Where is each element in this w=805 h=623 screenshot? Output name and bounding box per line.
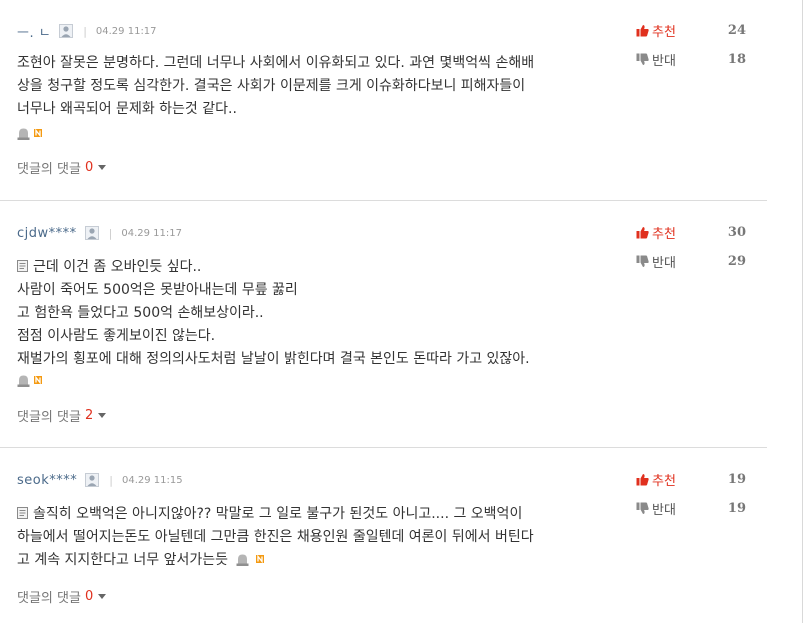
comment-username[interactable]: ㅡ. ㄴ: [17, 22, 51, 41]
recommend-button[interactable]: 추천 24: [636, 21, 746, 40]
comment-tail-icons: [17, 373, 42, 387]
reply-toggle[interactable]: 댓글의 댓글 0: [17, 587, 107, 606]
thumbs-up-icon: [636, 473, 649, 485]
reply-label: 댓글의 댓글: [17, 591, 81, 606]
reply-count: 0: [84, 160, 94, 175]
recommend-button[interactable]: 추천 19: [636, 470, 746, 489]
reply-toggle[interactable]: 댓글의 댓글 0: [17, 158, 107, 177]
caret-down-icon: [98, 165, 107, 170]
comment-line: 상을 청구할 정도록 심각한가. 결국은 사회가 이문제를 크게 이슈화하다보니…: [17, 78, 526, 94]
user-silhouette-icon: [59, 24, 74, 38]
comment-divider: [0, 447, 767, 448]
meta-separator: |: [109, 473, 113, 487]
comment-meta: seok**** | 04.29 11:15: [17, 472, 183, 488]
reply-label: 댓글의 댓글: [17, 410, 81, 425]
reply-toggle[interactable]: 댓글의 댓글 2: [17, 406, 107, 425]
comment-line-text: 고 계속 지지한다고 너무 앞서가는듯: [17, 552, 228, 568]
user-silhouette-icon: [85, 473, 100, 487]
comment-line: 고 계속 지지한다고 너무 앞서가는듯: [17, 549, 627, 572]
right-frame-border: [802, 0, 803, 623]
recommend-count: 24: [727, 22, 746, 38]
reply-count: 2: [84, 408, 94, 423]
oppose-button[interactable]: 반대 29: [636, 252, 746, 271]
oppose-count: 18: [727, 51, 746, 67]
recommend-label: 추천: [652, 24, 676, 40]
new-badge-icon: [34, 129, 42, 137]
comment-line: 사람이 죽어도 500억은 못받아내는데 무릎 꿇리: [17, 282, 298, 298]
comment-line: 고 험한욕 들었다고 500억 손해보상이라..: [17, 305, 264, 321]
thumbs-down-icon: [636, 502, 649, 514]
comment-meta: ㅡ. ㄴ | 04.29 11:17: [17, 22, 157, 41]
comment-line: 하늘에서 떨어지는돈도 아닐텐데 그만큼 한진은 채용인원 줄일텐데 여론이 뒤…: [17, 529, 534, 545]
comment-body: 솔직히 오백억은 아니지않아?? 막말로 그 일로 불구가 된것도 아니고...…: [17, 503, 627, 572]
comment-date: 04.29 11:15: [121, 474, 183, 486]
memo-icon: [17, 260, 28, 272]
comment-line: 재벌가의 횡포에 대해 정의의사도처럼 날날이 밝힌다며 결국 본인도 돈따라 …: [17, 351, 530, 367]
recommend-button[interactable]: 추천 30: [636, 223, 746, 242]
reply-label: 댓글의 댓글: [17, 162, 81, 177]
thumbs-up-icon: [636, 226, 649, 238]
new-badge-icon: [34, 376, 42, 384]
comment-line: 솔직히 오백억은 아니지않아?? 막말로 그 일로 불구가 된것도 아니고...…: [17, 503, 627, 526]
oppose-count: 29: [727, 253, 746, 269]
reply-count: 0: [84, 589, 94, 604]
alert-bell-icon[interactable]: [236, 553, 249, 566]
thumbs-down-icon: [636, 53, 649, 65]
oppose-button[interactable]: 반대 18: [636, 50, 746, 69]
caret-down-icon: [98, 413, 107, 418]
alert-bell-icon[interactable]: [17, 127, 30, 140]
comment-line: 조현아 잘못은 분명하다. 그런데 너무나 사회에서 이유화되고 있다. 과연 …: [17, 55, 535, 71]
new-badge-icon: [255, 555, 264, 563]
recommend-count: 19: [727, 471, 746, 487]
meta-separator: |: [108, 226, 113, 240]
comment-date: 04.29 11:17: [95, 25, 157, 37]
comment-body: 조현아 잘못은 분명하다. 그런데 너무나 사회에서 이유화되고 있다. 과연 …: [17, 52, 627, 121]
comment-divider: [0, 200, 767, 201]
thumbs-down-icon: [636, 255, 649, 267]
comment-meta: cjdw**** | 04.29 11:17: [17, 225, 182, 241]
oppose-label: 반대: [652, 53, 676, 69]
comment-line: 점점 이사람도 좋게보이진 않는다.: [17, 328, 216, 344]
comment-line: 너무나 왜곡되어 문제화 하는것 같다..: [17, 101, 237, 117]
comment-tail-icons: [17, 126, 42, 140]
comment-line-text: 솔직히 오백억은 아니지않아?? 막말로 그 일로 불구가 된것도 아니고...…: [33, 506, 523, 522]
memo-icon: [17, 507, 28, 519]
recommend-label: 추천: [652, 473, 676, 489]
comment-date: 04.29 11:17: [121, 227, 182, 239]
comment-username[interactable]: cjdw****: [17, 226, 77, 241]
comment-line-text: 근데 이건 좀 오바인듯 싶다..: [33, 259, 202, 275]
oppose-button[interactable]: 반대 19: [636, 499, 746, 518]
oppose-count: 19: [727, 500, 746, 516]
oppose-label: 반대: [652, 502, 676, 518]
recommend-count: 30: [727, 224, 746, 240]
user-silhouette-icon: [84, 226, 99, 240]
thumbs-up-icon: [636, 24, 649, 36]
comment-line: 근데 이건 좀 오바인듯 싶다..: [17, 256, 627, 279]
recommend-label: 추천: [652, 226, 676, 242]
meta-separator: |: [83, 24, 87, 38]
caret-down-icon: [98, 594, 107, 599]
comment-username[interactable]: seok****: [17, 473, 77, 488]
alert-bell-icon[interactable]: [17, 374, 30, 387]
comment-body: 근데 이건 좀 오바인듯 싶다.. 사람이 죽어도 500억은 못받아내는데 무…: [17, 256, 627, 371]
oppose-label: 반대: [652, 255, 676, 271]
